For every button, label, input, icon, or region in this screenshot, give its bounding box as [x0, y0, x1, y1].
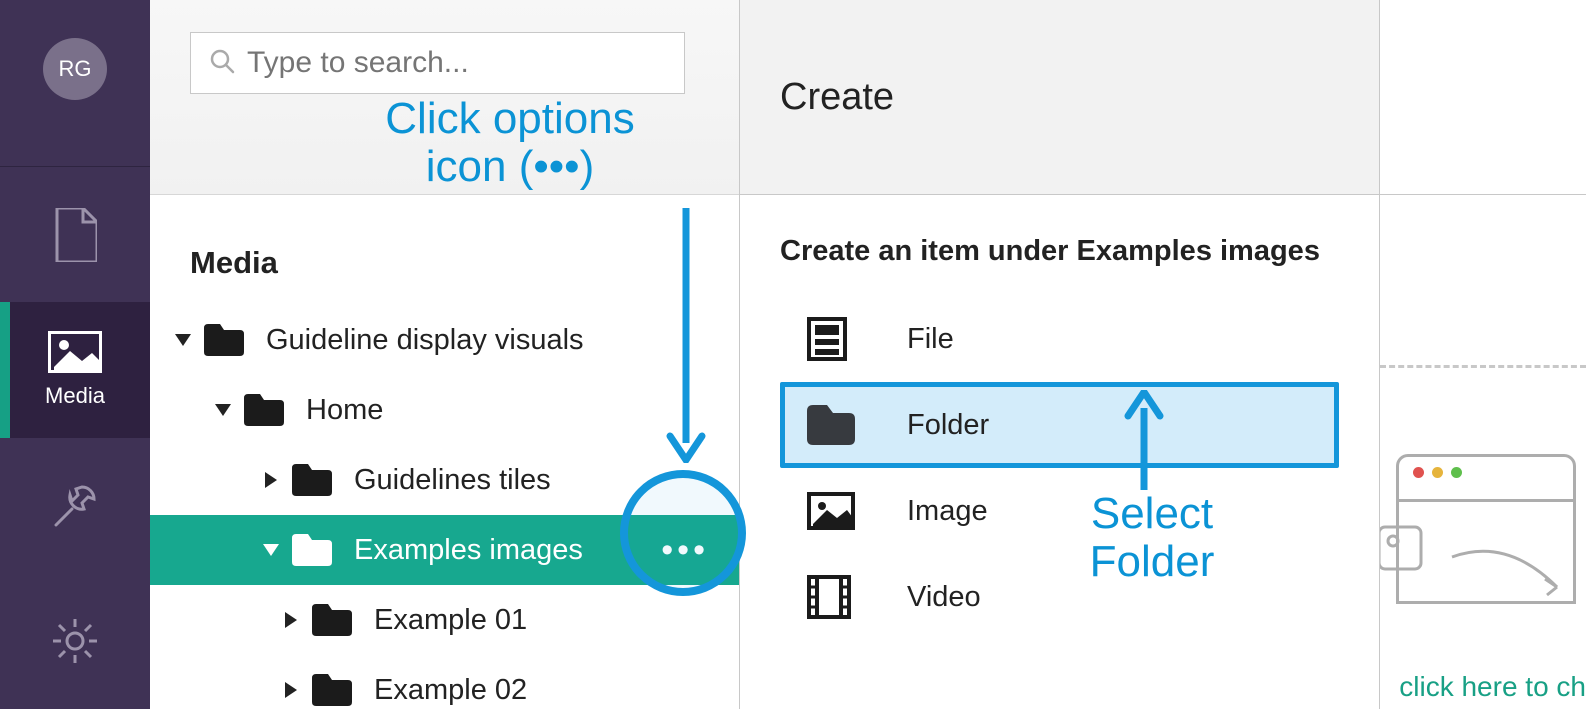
- ellipsis-icon: •••: [661, 531, 709, 570]
- folder-icon: [312, 604, 352, 636]
- tree-node-label: Home: [306, 394, 383, 427]
- tree-node-home[interactable]: Home: [150, 375, 739, 445]
- left-nav-rail: RG Media: [0, 0, 150, 709]
- file-cabinet-icon: [807, 317, 877, 361]
- folder-icon: [292, 534, 332, 566]
- caret-right-icon: [260, 469, 282, 491]
- folder-icon: [807, 405, 877, 445]
- page-icon: [53, 208, 97, 262]
- create-option-image[interactable]: Image: [780, 468, 1339, 554]
- search-icon: [209, 48, 235, 79]
- create-header: Create: [740, 0, 1379, 195]
- tree-node-examples-images[interactable]: Examples images •••: [150, 515, 739, 585]
- nav-media[interactable]: Media: [0, 302, 150, 438]
- create-option-file[interactable]: File: [780, 296, 1339, 382]
- image-icon: [807, 492, 877, 530]
- right-topbar: [1380, 0, 1586, 195]
- curved-arrow-icon: [1447, 547, 1577, 612]
- nav-content[interactable]: [0, 167, 150, 303]
- caret-right-icon: [280, 609, 302, 631]
- tree-node-guidelines-tiles[interactable]: Guidelines tiles: [150, 445, 739, 515]
- folder-icon: [244, 394, 284, 426]
- avatar-initials: RG: [59, 56, 92, 82]
- media-tree: Guideline display visuals Home Guideli: [150, 281, 739, 709]
- image-placeholder-icon: [1377, 525, 1423, 576]
- options-button[interactable]: •••: [661, 515, 709, 585]
- wrench-icon: [52, 483, 98, 529]
- create-option-list: File Folder Image: [780, 296, 1339, 640]
- create-subtitle: Create an item under Examples images: [780, 235, 1339, 268]
- folder-icon: [292, 464, 332, 496]
- right-preview-strip: click here to ch: [1380, 0, 1586, 709]
- nav-settings[interactable]: [0, 438, 150, 574]
- dashed-divider: [1380, 365, 1586, 368]
- tree-node-label: Guidelines tiles: [354, 464, 551, 497]
- window-traffic-lights-icon: [1413, 467, 1462, 478]
- create-option-label: Image: [907, 495, 988, 528]
- tree-header: [150, 0, 739, 195]
- tree-node-label: Guideline display visuals: [266, 324, 584, 357]
- gear-icon: [51, 617, 99, 665]
- change-link[interactable]: click here to ch: [1399, 671, 1586, 703]
- create-option-label: Folder: [907, 409, 989, 442]
- caret-right-icon: [280, 679, 302, 701]
- tree-node-label: Examples images: [354, 534, 583, 567]
- caret-down-icon: [172, 329, 194, 351]
- folder-icon: [312, 674, 352, 706]
- tree-section-title: Media: [150, 195, 739, 281]
- create-option-label: Video: [907, 581, 981, 614]
- search-input[interactable]: [247, 46, 666, 80]
- tree-panel: Media Guideline display visuals Home: [150, 0, 740, 709]
- create-title: Create: [780, 76, 894, 119]
- tree-node-root[interactable]: Guideline display visuals: [150, 305, 739, 375]
- nav-media-label: Media: [45, 383, 105, 409]
- search-box[interactable]: [190, 32, 685, 94]
- create-option-label: File: [907, 323, 954, 356]
- tree-node-label: Example 01: [374, 604, 527, 637]
- create-panel: Create Create an item under Examples ima…: [740, 0, 1380, 709]
- image-icon: [48, 331, 102, 373]
- tree-node-example-02[interactable]: Example 02: [150, 655, 739, 709]
- nav-developer[interactable]: [0, 573, 150, 709]
- tree-node-example-01[interactable]: Example 01: [150, 585, 739, 655]
- create-option-video[interactable]: Video: [780, 554, 1339, 640]
- caret-down-icon: [260, 539, 282, 561]
- avatar[interactable]: RG: [43, 38, 107, 100]
- placeholder-window: [1396, 454, 1576, 604]
- film-icon: [807, 575, 877, 619]
- folder-icon: [204, 324, 244, 356]
- caret-down-icon: [212, 399, 234, 421]
- tree-node-label: Example 02: [374, 674, 527, 707]
- create-option-folder[interactable]: Folder: [780, 382, 1339, 468]
